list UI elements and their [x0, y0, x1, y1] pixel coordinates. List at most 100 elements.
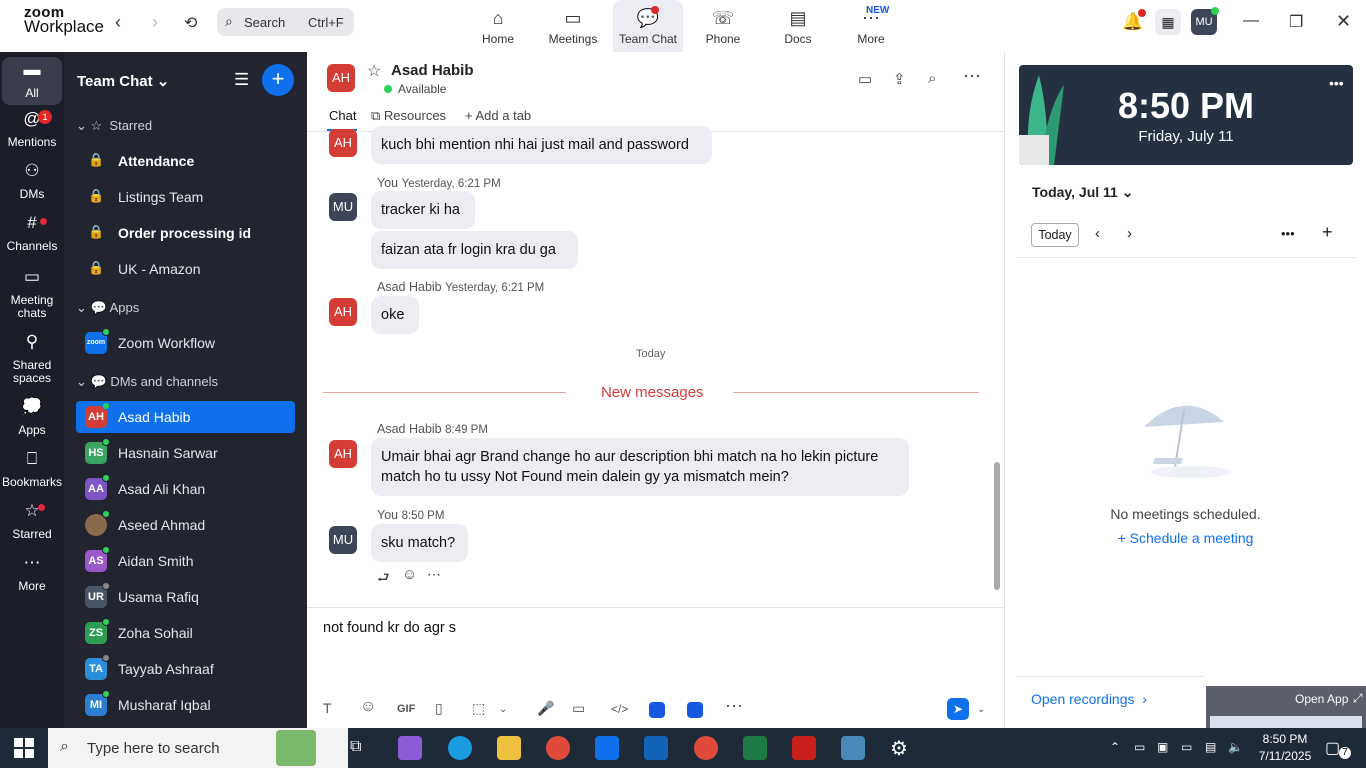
- search-icon[interactable]: ⌕: [928, 70, 936, 87]
- dm-usama-rafiq[interactable]: UR Usama Rafiq: [76, 581, 295, 613]
- app-icon-2[interactable]: [687, 702, 703, 718]
- notification-center-icon[interactable]: ▢: [1325, 738, 1340, 758]
- sidebar-item-order-processing[interactable]: 🔒 Order processing id: [76, 217, 295, 249]
- volume-icon[interactable]: 🔈: [1228, 740, 1243, 754]
- rail-mentions[interactable]: @ 1 Mentions: [2, 110, 62, 149]
- open-app-popup[interactable]: Open App ⤢: [1206, 686, 1366, 728]
- outlook-icon[interactable]: [644, 736, 668, 760]
- send-button[interactable]: ➤: [947, 698, 969, 720]
- emoji-icon[interactable]: ☺: [360, 698, 376, 716]
- rail-meeting-chats[interactable]: ▭ Meeting chats: [2, 268, 62, 320]
- dm-zoha-sohail[interactable]: ZS Zoha Sohail: [76, 617, 295, 649]
- app-icon-1[interactable]: [649, 702, 665, 718]
- prev-day-icon[interactable]: ‹: [1095, 225, 1100, 242]
- rail-bookmarks[interactable]: ⎕ Bookmarks: [2, 450, 62, 489]
- sidebar-header[interactable]: Team Chat ⌄: [77, 72, 169, 90]
- meet-now-icon[interactable]: ▭: [1134, 740, 1145, 754]
- share-screen-icon[interactable]: ⇪: [893, 70, 906, 88]
- dm-asad-habib[interactable]: AH Asad Habib: [76, 401, 295, 433]
- schedule-meeting-link[interactable]: + Schedule a meeting: [1013, 530, 1358, 546]
- battery-icon[interactable]: ▭: [1181, 740, 1192, 754]
- chrome-profile-icon[interactable]: [694, 736, 718, 760]
- section-starred[interactable]: ⌄ ☆ Starred: [76, 118, 152, 134]
- section-dms[interactable]: ⌄ 💬 DMs and channels: [76, 374, 218, 390]
- star-outline-icon[interactable]: ☆: [367, 61, 381, 81]
- composer-more-icon[interactable]: ⋯: [725, 696, 743, 717]
- calendar-more-icon[interactable]: •••: [1281, 226, 1295, 241]
- code-snippet-icon[interactable]: </>: [611, 702, 628, 716]
- dm-asad-ali-khan[interactable]: AA Asad Ali Khan: [76, 473, 295, 505]
- today-button[interactable]: Today: [1031, 223, 1079, 247]
- forward-arrow-icon[interactable]: ›: [152, 12, 158, 33]
- edge-icon[interactable]: [448, 736, 472, 760]
- message-more-icon[interactable]: ⋯: [427, 566, 441, 583]
- dm-hasnain-sarwar[interactable]: HS Hasnain Sarwar: [76, 437, 295, 469]
- copilot-icon[interactable]: [398, 736, 422, 760]
- app-icon[interactable]: [841, 736, 865, 760]
- tray-chevron-up-icon[interactable]: ⌃: [1110, 740, 1120, 754]
- sidebar-item-listings-team[interactable]: 🔒 Listings Team: [76, 181, 295, 213]
- gif-icon[interactable]: GIF: [397, 703, 415, 715]
- tab-add[interactable]: + Add a tab: [465, 108, 531, 123]
- tray-app-icon[interactable]: ▣: [1157, 740, 1168, 754]
- reply-icon[interactable]: ⮐: [377, 567, 390, 591]
- rail-all[interactable]: ▬ All: [2, 57, 62, 105]
- settings-icon[interactable]: ⚙: [890, 736, 908, 761]
- avatar-mu[interactable]: MU: [329, 193, 357, 221]
- task-view-icon[interactable]: ⧉: [350, 738, 361, 756]
- search-box[interactable]: ⌕ Search Ctrl+F: [217, 8, 354, 36]
- tab-chat[interactable]: Chat: [329, 108, 356, 123]
- avatar-ah[interactable]: AH: [329, 298, 357, 326]
- chat-scrollbar[interactable]: [994, 462, 1000, 590]
- chevron-down-icon[interactable]: ⌄: [499, 704, 507, 715]
- section-apps[interactable]: ⌄ 💬 Apps: [76, 300, 139, 316]
- calendar-widget-icon[interactable]: ▦: [1155, 9, 1181, 35]
- avatar-ah[interactable]: AH: [329, 129, 357, 157]
- contact-name[interactable]: Asad Habib: [391, 62, 474, 79]
- message-bubble[interactable]: oke: [371, 296, 419, 334]
- message-bubble[interactable]: kuch bhi mention nhi hai just mail and p…: [371, 126, 712, 164]
- contact-avatar[interactable]: AH: [327, 64, 355, 92]
- file-explorer-icon[interactable]: [497, 736, 521, 760]
- filezilla-icon[interactable]: [792, 736, 816, 760]
- rail-apps[interactable]: 💭 Apps: [2, 398, 62, 437]
- tab-meetings[interactable]: ▭ Meetings: [538, 0, 608, 52]
- microphone-icon[interactable]: 🎤: [537, 700, 554, 717]
- zoom-taskbar-icon[interactable]: [595, 736, 619, 760]
- restore-icon[interactable]: ❐: [1289, 12, 1303, 32]
- network-icon[interactable]: ▤: [1205, 740, 1216, 754]
- clock-more-icon[interactable]: •••: [1329, 75, 1344, 91]
- message-bubble[interactable]: sku match?: [371, 524, 468, 562]
- date-picker[interactable]: Today, Jul 11 ⌄: [1032, 184, 1133, 201]
- next-day-icon[interactable]: ›: [1127, 225, 1132, 242]
- dm-musharaf-iqbal[interactable]: MI Musharaf Iqbal: [76, 689, 295, 721]
- rail-more[interactable]: ⋯ More: [2, 554, 62, 593]
- sidebar-item-zoom-workflow[interactable]: zoom Zoom Workflow: [76, 327, 295, 359]
- close-icon[interactable]: ✕: [1336, 11, 1351, 32]
- history-icon[interactable]: ⟲: [184, 13, 197, 33]
- chrome-icon[interactable]: [546, 736, 570, 760]
- video-call-icon[interactable]: ▭: [858, 70, 872, 88]
- composer-input[interactable]: not found kr do agr s: [323, 620, 456, 636]
- new-chat-button[interactable]: +: [262, 64, 294, 96]
- message-bubble[interactable]: tracker ki ha: [371, 191, 475, 229]
- rail-dms[interactable]: ⚇ DMs: [2, 162, 62, 201]
- taskbar-date[interactable]: 7/11/2025: [1257, 749, 1313, 763]
- tab-phone[interactable]: ☏ Phone: [688, 0, 758, 52]
- sidebar-item-attendance[interactable]: 🔒 Attendance: [76, 145, 295, 177]
- open-recordings-link[interactable]: Open recordings ›: [1031, 691, 1147, 707]
- dm-tayyab-ashraaf[interactable]: TA Tayyab Ashraaf: [76, 653, 295, 685]
- format-text-icon[interactable]: T: [323, 700, 332, 716]
- message-composer[interactable]: not found kr do agr s T ☺ GIF ▯ ⬚ ⌄ 🎤 ▭ …: [307, 607, 1005, 728]
- send-options-chevron-icon[interactable]: ⌄: [977, 704, 985, 715]
- emoji-reaction-icon[interactable]: ☺: [402, 566, 417, 583]
- avatar-mu[interactable]: MU: [329, 526, 357, 554]
- more-options-icon[interactable]: ⋯: [963, 66, 981, 87]
- tab-docs[interactable]: ▤ Docs: [763, 0, 833, 52]
- rail-channels[interactable]: # Channels: [2, 214, 62, 253]
- message-bubble[interactable]: faizan ata fr login kra du ga: [371, 231, 578, 269]
- windows-start-icon[interactable]: [14, 738, 34, 758]
- filter-icon[interactable]: ☰: [234, 70, 249, 90]
- file-icon[interactable]: ▯: [435, 700, 443, 717]
- avatar-ah[interactable]: AH: [329, 440, 357, 468]
